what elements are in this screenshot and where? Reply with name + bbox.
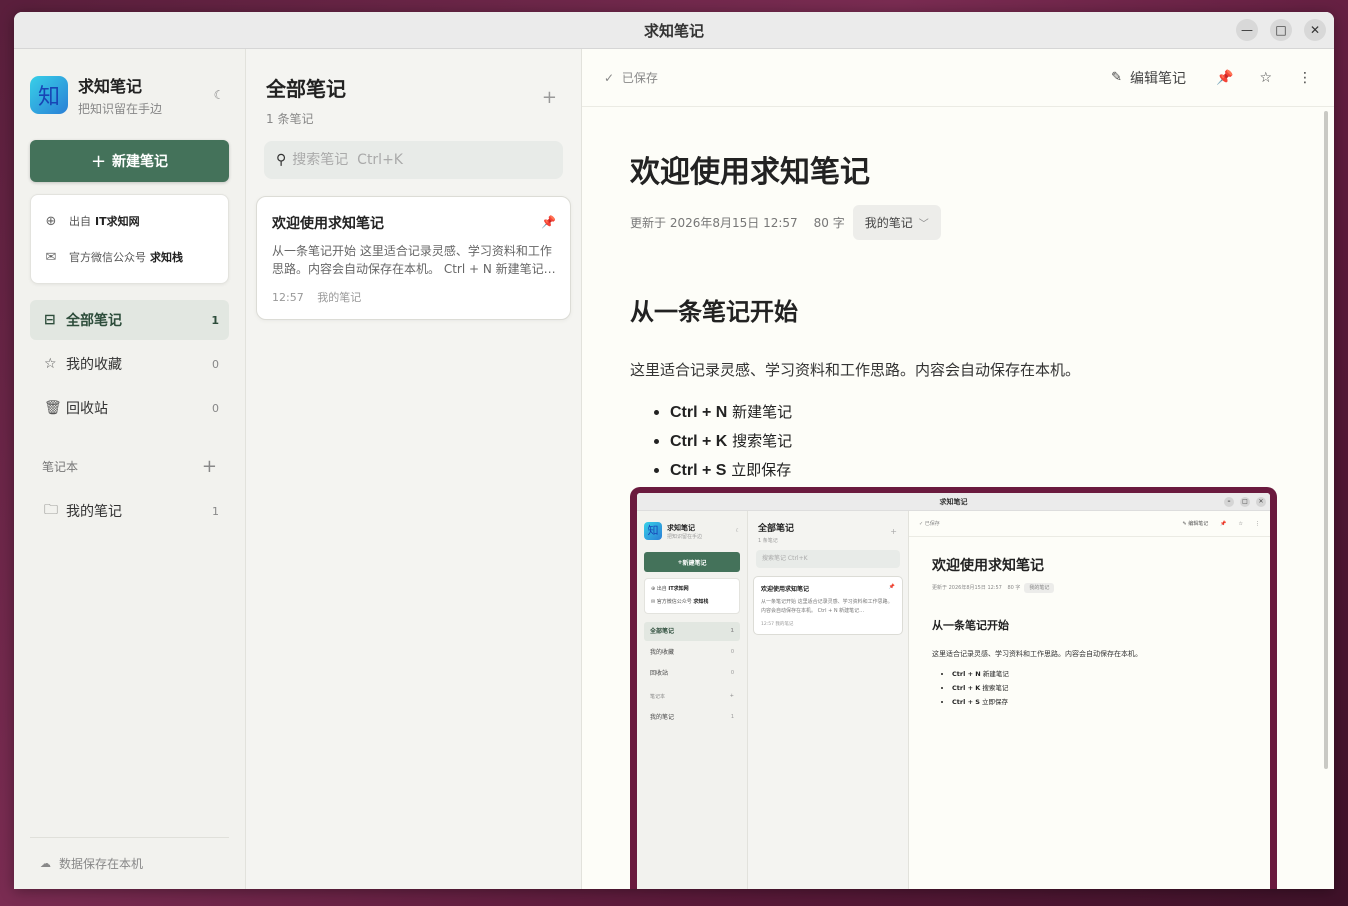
- notebooks-heading: 笔记本 +: [30, 456, 229, 477]
- moon-icon[interactable]: ☾: [209, 88, 229, 102]
- shortcut-action: 新建笔记: [732, 403, 793, 421]
- notebook-label: 我的笔记: [66, 504, 122, 520]
- notebooks-heading-label: 笔记本: [42, 460, 79, 474]
- nav-label: 我的收藏: [66, 357, 122, 373]
- edit-note-label: 编辑笔记: [1130, 70, 1186, 87]
- maximize-button[interactable]: □: [1270, 19, 1292, 41]
- nav-count: 1: [211, 313, 219, 327]
- wechat-prefix: 官方微信公众号: [69, 251, 146, 264]
- note-card[interactable]: 欢迎使用求知笔记 📌 从一条笔记开始 这里适合记录灵感、学习资料和工作思路。内容…: [256, 196, 571, 320]
- more-icon[interactable]: ⋮: [1298, 70, 1312, 86]
- info-card: ⊕ 出自 IT求知网 ✉ 官方微信公众号 求知栈: [30, 194, 229, 284]
- shortcut-action: 搜索笔记: [732, 432, 793, 450]
- star-icon: ☆: [44, 356, 57, 372]
- chevron-down-icon: ﹀: [918, 219, 929, 230]
- edit-note-button[interactable]: ✎ 编辑笔记: [1111, 68, 1186, 88]
- document[interactable]: 欢迎使用求知笔记 更新于 2026年8月15日 12:57 80 字 我的笔记 ﹀…: [582, 107, 1334, 485]
- sidebar: 知 求知笔记 把知识留在手边 ☾ + 新建笔记 ⊕ 出自 IT求知网 ✉ 官方微…: [14, 49, 246, 889]
- app-tagline: 把知识留在手边: [78, 102, 163, 116]
- save-status-label: 已保存: [621, 71, 658, 85]
- note-card-time: 12:57: [272, 291, 304, 304]
- search-input[interactable]: [292, 152, 551, 168]
- cloud-icon: ☁: [40, 857, 51, 870]
- editor-toolbar: ✓ 已保存 ✎ 编辑笔记 📌 ☆ ⋮: [582, 49, 1334, 107]
- inbox-icon: ⊟: [44, 312, 56, 328]
- window-controls: — □ ✕: [1236, 19, 1326, 41]
- star-icon[interactable]: ☆: [1259, 70, 1272, 86]
- notebook-select[interactable]: 我的笔记 ﹀: [852, 205, 941, 240]
- wechat-row: ✉ 官方微信公众号 求知栈: [43, 239, 216, 275]
- new-note-button[interactable]: + 新建笔记: [30, 140, 229, 182]
- wechat-name[interactable]: 求知栈: [150, 249, 183, 265]
- list-count: 1 条笔记: [266, 112, 314, 126]
- shortcut-keys: Ctrl + N: [670, 404, 728, 421]
- app-window: 求知笔记 — □ ✕ 知 求知笔记 把知识留在手边 ☾ + 新建笔记 ⊕ 出自 …: [14, 12, 1334, 889]
- shortcut-list: Ctrl + N 新建笔记 Ctrl + K 搜索笔记 Ctrl + S 立即保…: [630, 398, 1286, 485]
- note-card-notebook: 我的笔记: [317, 291, 362, 304]
- shortcut-action: 立即保存: [731, 461, 792, 479]
- search-box[interactable]: ⚲: [264, 141, 563, 179]
- close-button[interactable]: ✕: [1304, 19, 1326, 41]
- notebook-list: 🗀 我的笔记 1: [30, 491, 229, 531]
- sidebar-footer: ☁ 数据保存在本机: [30, 837, 229, 889]
- note-card-title: 欢迎使用求知笔记: [272, 216, 384, 232]
- new-note-label: 新建笔记: [112, 154, 169, 170]
- wechat-icon: ✉: [45, 249, 57, 265]
- minimize-button[interactable]: —: [1236, 19, 1258, 41]
- pin-icon: 📌: [541, 215, 556, 229]
- add-notebook-icon[interactable]: +: [202, 456, 217, 477]
- window-title: 求知笔记: [643, 21, 704, 40]
- shortcut-keys: Ctrl + S: [670, 462, 727, 479]
- nav-count: 0: [212, 357, 219, 371]
- plus-icon: +: [90, 150, 107, 172]
- doc-heading: 从一条笔记开始: [630, 298, 798, 326]
- note-list-pane: 全部笔记 1 条笔记 + ⚲ 欢迎使用求知笔记 📌 从一条笔记开始 这里适合记录…: [246, 49, 582, 889]
- app-name: 求知笔记: [78, 77, 143, 96]
- pin-icon[interactable]: 📌: [1216, 70, 1233, 86]
- scrollbar[interactable]: [1324, 111, 1328, 769]
- nav-count: 0: [212, 401, 219, 415]
- shortcut-item: Ctrl + N 新建笔记: [670, 398, 1286, 427]
- shortcut-item: Ctrl + K 搜索笔记: [670, 427, 1286, 456]
- title-bar: 求知笔记 — □ ✕: [14, 12, 1334, 49]
- nav-favorites[interactable]: ☆ 我的收藏 0: [30, 344, 229, 384]
- source-name[interactable]: IT求知网: [95, 213, 140, 229]
- pencil-icon: ✎: [1111, 70, 1122, 85]
- doc-meta: 更新于 2026年8月15日 12:57 80 字 我的笔记 ﹀: [630, 205, 1286, 240]
- brand: 知 求知笔记 把知识留在手边 ☾: [30, 75, 229, 116]
- search-icon: ⚲: [276, 152, 287, 168]
- notebook-count: 1: [212, 504, 219, 518]
- globe-icon: ⊕: [45, 213, 57, 229]
- editor-pane: ✓ 已保存 ✎ 编辑笔记 📌 ☆ ⋮ 欢迎使用求知笔记 更新于 2026年8月1…: [582, 49, 1334, 889]
- nav-all-notes[interactable]: ⊟ 全部笔记 1: [30, 300, 229, 340]
- nav-label: 全部笔记: [66, 313, 122, 329]
- doc-paragraph: 这里适合记录灵感、学习资料和工作思路。内容会自动保存在本机。: [630, 361, 1081, 379]
- doc-title: 欢迎使用求知笔记: [630, 155, 870, 190]
- list-title: 全部笔记: [266, 77, 346, 101]
- add-note-icon[interactable]: +: [542, 87, 557, 108]
- trash-icon: 🗑: [44, 400, 62, 416]
- app-logo: 知: [30, 76, 68, 114]
- save-status: ✓ 已保存: [604, 69, 1111, 86]
- check-icon: ✓: [604, 71, 615, 85]
- nav-list: ⊟ 全部笔记 1 ☆ 我的收藏 0 🗑 回收站 0: [30, 300, 229, 428]
- shortcut-item: Ctrl + S 立即保存: [670, 456, 1286, 485]
- doc-updated: 更新于 2026年8月15日 12:57: [630, 216, 798, 230]
- nav-trash[interactable]: 🗑 回收站 0: [30, 388, 229, 428]
- note-card-excerpt: 从一条笔记开始 这里适合记录灵感、学习资料和工作思路。内容会自动保存在本机。 C…: [272, 244, 556, 276]
- shortcut-keys: Ctrl + K: [670, 433, 728, 450]
- folder-icon: 🗀: [44, 502, 58, 518]
- source-prefix: 出自: [69, 215, 91, 228]
- embedded-screenshot: 求知笔记 – □ ✕ 知 求知笔记 把知识留在手边 ☾ + 新建笔记 ⊕ 出自 …: [630, 487, 1277, 889]
- nav-label: 回收站: [66, 401, 108, 417]
- footer-text: 数据保存在本机: [59, 857, 144, 871]
- source-row: ⊕ 出自 IT求知网: [43, 203, 216, 239]
- doc-word-count: 80 字: [813, 216, 845, 230]
- notebook-select-label: 我的笔记: [864, 216, 913, 230]
- notebook-item[interactable]: 🗀 我的笔记 1: [30, 491, 229, 531]
